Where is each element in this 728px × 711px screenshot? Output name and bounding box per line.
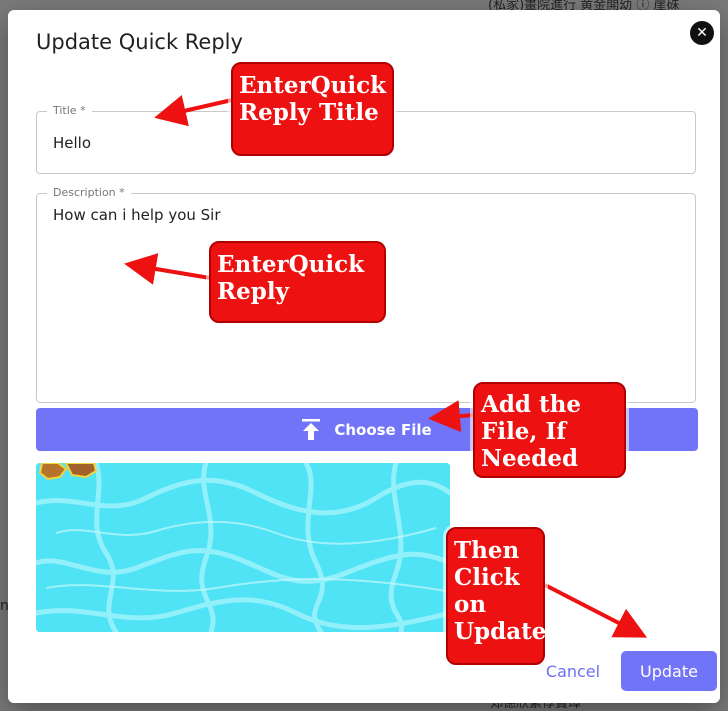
update-hint-line-2: Click (454, 564, 520, 591)
file-hint-line-1: Add the (481, 391, 581, 418)
water-texture-image (36, 463, 450, 632)
title-input[interactable]: Hello (53, 134, 91, 152)
reply-hint-line-2: Reply (217, 278, 289, 305)
file-hint-callout: Add the File, If Needed (473, 382, 626, 478)
reply-hint-line-1: EnterQuick (217, 251, 365, 278)
title-field-label: Title * (47, 104, 92, 117)
attachment-preview-image (36, 463, 450, 632)
choose-file-label: Choose File (334, 420, 432, 439)
title-hint-line-1: EnterQuick (239, 72, 387, 99)
description-field-label: Description * (47, 186, 131, 199)
file-hint-line-2: File, If (481, 418, 567, 445)
dialog-title: Update Quick Reply (36, 30, 243, 54)
update-hint-line-4: Update (454, 618, 547, 645)
reply-hint-callout: EnterQuick Reply (209, 241, 386, 323)
update-hint-line-1: Then (454, 537, 520, 564)
update-hint-line-3: on (454, 591, 487, 618)
cancel-button[interactable]: Cancel (538, 654, 608, 688)
close-icon: ✕ (696, 25, 708, 41)
update-button[interactable]: Update (621, 651, 717, 691)
title-hint-callout: EnterQuick Reply Title (231, 62, 394, 156)
file-hint-line-3: Needed (481, 445, 579, 472)
close-button[interactable]: ✕ (690, 21, 714, 45)
title-hint-line-2: Reply Title (239, 99, 379, 126)
upload-icon (302, 418, 321, 440)
update-hint-callout: Then Click on Update (446, 527, 547, 665)
description-textarea[interactable]: How can i help you Sir (53, 206, 221, 224)
